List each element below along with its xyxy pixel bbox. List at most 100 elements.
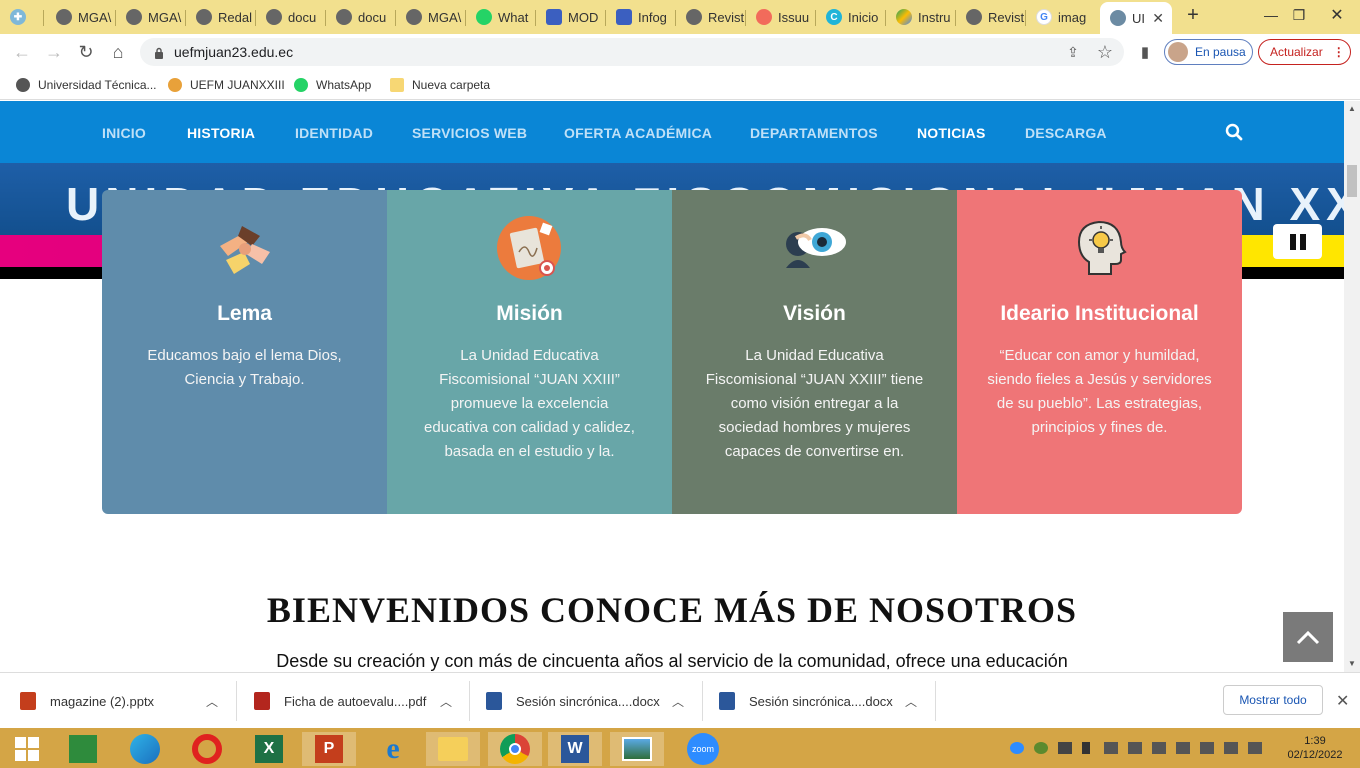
zoom-tray-icon[interactable]	[1010, 742, 1024, 754]
tab-1[interactable]: MGA\	[116, 4, 186, 30]
chevron-up-icon[interactable]: ︿	[206, 693, 218, 710]
tab-5[interactable]: MGA\	[396, 4, 466, 30]
docx-file-icon	[719, 692, 735, 710]
system-clock[interactable]: 1:39 02/12/2022	[1280, 734, 1350, 762]
close-window-icon[interactable]: ✕	[1322, 0, 1352, 30]
tray-app-icon[interactable]	[1058, 742, 1072, 754]
download-item[interactable]: Sesión sincrónica....docx ︿	[486, 681, 696, 721]
battery-icon[interactable]	[1200, 742, 1214, 754]
close-tab-icon[interactable]: ✕	[1152, 10, 1164, 27]
tray-app-icon[interactable]	[1152, 742, 1166, 754]
tab-6[interactable]: What	[466, 4, 536, 30]
reload-icon[interactable]: ↻	[74, 40, 98, 64]
tab-4[interactable]: docu	[326, 4, 396, 30]
flag-icon[interactable]	[1176, 742, 1190, 754]
nav-servicios-web[interactable]: SERVICIOS WEB	[412, 125, 527, 141]
nav-noticias[interactable]: NOTICIAS	[917, 125, 986, 141]
whatsapp-icon	[476, 9, 492, 25]
edge-icon[interactable]	[118, 732, 172, 766]
tab-extensions[interactable]: ✚	[0, 4, 44, 30]
scroll-up-icon[interactable]: ▲	[1348, 104, 1356, 113]
welcome-paragraph: Desde su creación y con más de cincuenta…	[276, 651, 1068, 671]
side-panel-icon[interactable]: ▮	[1133, 40, 1157, 64]
tab-active[interactable]: UI ✕	[1100, 2, 1172, 34]
download-item[interactable]: Ficha de autoevalu....pdf ︿	[254, 681, 464, 721]
tab-strip: ✚ MGA\ MGA\ Redal docu docu MGA\ What MO…	[0, 0, 1360, 34]
powerpoint-icon[interactable]: P	[302, 732, 356, 766]
scroll-down-icon[interactable]: ▼	[1348, 659, 1356, 668]
chevron-up-icon[interactable]: ︿	[905, 693, 917, 710]
nav-departamentos[interactable]: DEPARTAMENTOS	[750, 125, 878, 141]
bookmark-folder[interactable]: Nueva carpeta	[390, 76, 490, 94]
tab-3[interactable]: docu	[256, 4, 326, 30]
card-title: Lema	[217, 302, 272, 325]
search-icon[interactable]	[1225, 123, 1243, 146]
chevron-up-icon[interactable]: ︿	[440, 693, 452, 710]
download-item[interactable]: magazine (2).pptx ︿	[20, 681, 230, 721]
nav-identidad[interactable]: IDENTIDAD	[295, 125, 373, 141]
wifi-icon[interactable]	[1248, 742, 1262, 754]
internet-explorer-icon[interactable]: e	[366, 732, 420, 766]
tab-2[interactable]: Redal	[186, 4, 256, 30]
share-icon[interactable]: ⇪	[1061, 40, 1085, 64]
chrome-icon[interactable]	[488, 732, 542, 766]
pause-slider-button[interactable]	[1273, 224, 1322, 259]
photos-icon[interactable]	[610, 732, 664, 766]
nav-historia[interactable]: HISTORIA	[187, 125, 255, 141]
restore-icon[interactable]: ❐	[1284, 0, 1314, 30]
bookmark-item[interactable]: UEFM JUANXXIII	[168, 76, 285, 94]
windows-taskbar: X P e W zoom 1:39 02/12/2022	[0, 728, 1360, 768]
start-button[interactable]	[0, 732, 54, 766]
download-item[interactable]: Sesión sincrónica....docx ︿	[719, 681, 929, 721]
page-scrollbar[interactable]: ▲ ▼	[1344, 101, 1360, 672]
chevron-up-icon[interactable]: ︿	[672, 693, 684, 710]
scrollbar-thumb[interactable]	[1347, 165, 1357, 197]
back-to-top-button[interactable]	[1283, 612, 1333, 662]
forward-icon[interactable]: →	[42, 40, 66, 64]
tab-14[interactable]: Gimag	[1026, 4, 1098, 30]
tab-0[interactable]: MGA\	[46, 4, 116, 30]
address-bar[interactable]: uefmjuan23.edu.ec	[140, 38, 1124, 66]
card-lema: Lema Educamos bajo el lema Dios, Ciencia…	[102, 190, 387, 514]
nav-oferta-academica[interactable]: OFERTA ACADÉMICA	[564, 125, 712, 141]
tab-11[interactable]: C Inicio	[816, 4, 886, 30]
close-shelf-icon[interactable]: ✕	[1336, 691, 1349, 711]
tab-9[interactable]: Revist	[676, 4, 746, 30]
nav-inicio[interactable]: INICIO	[102, 125, 146, 141]
tab-12[interactable]: Instru	[886, 4, 956, 30]
clipboard-target-icon	[497, 216, 561, 280]
tray-app-icon[interactable]	[1034, 742, 1048, 754]
url-text: uefmjuan23.edu.ec	[174, 44, 294, 60]
hands-icon	[212, 216, 276, 280]
new-tab-button[interactable]: +	[1178, 0, 1208, 30]
tray-app-icon[interactable]	[1104, 742, 1118, 754]
show-all-downloads-button[interactable]: Mostrar todo	[1223, 685, 1323, 715]
file-explorer-icon[interactable]	[426, 732, 480, 766]
whatsapp-icon	[294, 78, 308, 92]
volume-icon[interactable]	[1224, 742, 1238, 754]
calculator-app-icon[interactable]	[56, 732, 110, 766]
tab-13[interactable]: Revist	[956, 4, 1026, 30]
kebab-menu-icon: ⋮	[1332, 45, 1345, 59]
card-text: La Unidad Educativa Fiscomisional “JUAN …	[424, 347, 635, 460]
home-icon[interactable]: ⌂	[106, 40, 130, 64]
minimize-icon[interactable]: —	[1256, 0, 1286, 30]
nav-descarga[interactable]: DESCARGA	[1025, 125, 1107, 141]
tab-10[interactable]: Issuu	[746, 4, 816, 30]
zoom-icon[interactable]: zoom	[676, 732, 730, 766]
tab-8[interactable]: Infog	[606, 4, 676, 30]
word-icon[interactable]: W	[548, 732, 602, 766]
card-vision: Visión La Unidad Educativa Fiscomisional…	[672, 190, 957, 514]
bookmark-star-icon[interactable]: ☆	[1093, 40, 1117, 64]
bluetooth-icon[interactable]	[1082, 742, 1090, 754]
bookmark-item[interactable]: Universidad Técnica...	[16, 76, 157, 94]
globe-icon	[196, 9, 212, 25]
profile-paused-chip[interactable]: En pausa	[1164, 39, 1253, 65]
excel-icon[interactable]: X	[242, 732, 296, 766]
bookmark-item[interactable]: WhatsApp	[294, 76, 371, 94]
opera-icon[interactable]	[180, 732, 234, 766]
tray-app-icon[interactable]	[1128, 742, 1142, 754]
tab-7[interactable]: MOD	[536, 4, 606, 30]
back-icon[interactable]: ←	[10, 40, 34, 64]
update-button[interactable]: Actualizar ⋮	[1258, 39, 1351, 65]
